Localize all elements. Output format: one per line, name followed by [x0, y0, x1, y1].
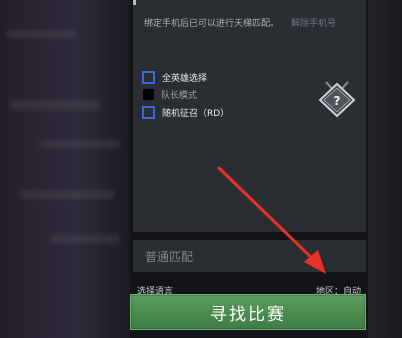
- question-diamond-icon: ?: [318, 81, 356, 118]
- option-label: 随机征召（RD）: [162, 108, 230, 119]
- checkbox[interactable]: [142, 105, 155, 119]
- checkbox[interactable]: [143, 88, 154, 100]
- svg-text:?: ?: [334, 94, 341, 108]
- checkbox[interactable]: [142, 70, 155, 84]
- option-random-draft[interactable]: 随机征召（RD）: [142, 105, 230, 119]
- option-label: 全英雄选择: [162, 73, 208, 84]
- bind-notice-text: 绑定手机后已可以进行天梯匹配。: [144, 19, 280, 29]
- blurred-text: [6, 30, 76, 38]
- background-right: [368, 0, 402, 338]
- unbind-phone-link[interactable]: 解除手机号: [291, 19, 336, 29]
- option-all-pick[interactable]: 全英雄选择: [142, 70, 208, 84]
- match-mode-selector[interactable]: 普通匹配: [133, 240, 366, 272]
- blurred-text: [40, 140, 120, 148]
- blurred-text: [50, 235, 120, 243]
- blurred-text: [20, 190, 115, 199]
- find-match-button[interactable]: 寻找比赛: [130, 294, 366, 330]
- scroll-indicator: [133, 0, 136, 5]
- option-label: 队长模式: [161, 90, 198, 101]
- background-left: [0, 0, 130, 338]
- bind-phone-notice: 绑定手机后已可以进行天梯匹配。 解除手机号: [144, 16, 336, 29]
- option-captains-mode[interactable]: 队长模式: [143, 87, 197, 101]
- blurred-text: [10, 100, 100, 110]
